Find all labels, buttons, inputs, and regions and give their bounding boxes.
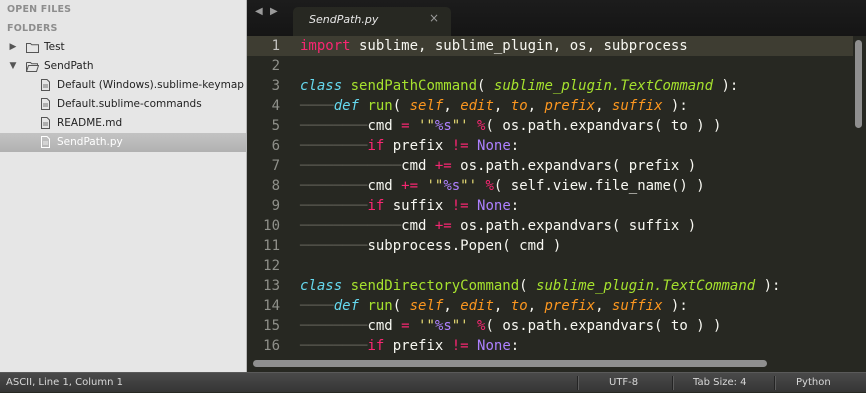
tab-label: SendPath.py <box>309 13 379 26</box>
line-number: 3 <box>271 78 280 94</box>
close-icon[interactable]: × <box>429 11 439 25</box>
code-line[interactable]: 13 class sendDirectoryCommand( sublime_pl… <box>247 276 853 296</box>
code-text: ────────if prefix != None: <box>300 338 520 354</box>
code-line[interactable]: 4 ────def run( self, edit, to, prefix, su… <box>247 96 853 116</box>
line-number: 7 <box>271 158 280 174</box>
folder-label: SendPath <box>44 60 94 72</box>
code-line[interactable]: 5 ────────cmd = '"%s"' %( os.path.expandv… <box>247 116 853 136</box>
disclosure-expanded-icon[interactable]: ▼ <box>8 57 18 76</box>
code-area[interactable]: 1 import sublime, sublime_plugin, os, sub… <box>247 36 853 356</box>
file-icon <box>41 79 50 91</box>
code-line[interactable]: 12 <box>247 256 853 276</box>
code-text: ────────cmd = '"%s"' %( os.path.expandva… <box>300 118 722 134</box>
code-line[interactable]: 15 ────────cmd = '"%s"' %( os.path.expand… <box>247 316 853 336</box>
sidebar: OPEN FILES FOLDERS ▶ Test ▼ SendPath Def… <box>0 0 247 372</box>
code-line[interactable]: 3 class sendPathCommand( sublime_plugin.T… <box>247 76 853 96</box>
line-number: 16 <box>263 338 280 354</box>
caret-right-icon[interactable]: ▶ <box>270 6 278 17</box>
line-number: 8 <box>271 178 280 194</box>
editor-pane: ◀ ▶ SendPath.py × 1 import sublime, subli… <box>247 0 866 372</box>
code-text: ────────cmd += '"%s"' %( self.view.file_… <box>300 178 705 194</box>
line-number: 10 <box>263 218 280 234</box>
line-number: 4 <box>271 98 280 114</box>
file-icon <box>41 98 50 110</box>
tab-sendpath[interactable]: SendPath.py × <box>293 7 451 36</box>
code-text: ────────────cmd += os.path.expandvars( s… <box>300 218 697 234</box>
line-number: 6 <box>271 138 280 154</box>
code-text: ────────subprocess.Popen( cmd ) <box>300 238 562 254</box>
folder-open-icon <box>26 62 39 72</box>
status-divider <box>577 376 579 390</box>
disclosure-collapsed-icon[interactable]: ▶ <box>8 38 18 57</box>
code-text: ────def run( self, edit, to, prefix, suf… <box>300 98 688 114</box>
line-number: 12 <box>263 258 280 274</box>
file-label: SendPath.py <box>57 136 123 148</box>
line-number: 9 <box>271 198 280 214</box>
code-line[interactable]: 10 ────────────cmd += os.path.expandvars(… <box>247 216 853 236</box>
code-text: import sublime, sublime_plugin, os, subp… <box>300 38 688 54</box>
vertical-scrollbar[interactable] <box>855 40 862 128</box>
line-number: 2 <box>271 58 280 74</box>
syntax-selector[interactable]: Python <box>796 373 831 393</box>
file-item[interactable]: README.md <box>0 114 246 133</box>
code-text: ────────────cmd += os.path.expandvars( p… <box>300 158 697 174</box>
file-icon <box>41 117 50 129</box>
status-bar: ASCII, Line 1, Column 1 UTF-8 Tab Size: … <box>0 372 866 392</box>
code-text: ────────cmd = '"%s"' %( os.path.expandva… <box>300 318 722 334</box>
file-label: Default.sublime-commands <box>57 98 202 110</box>
code-text: class sendDirectoryCommand( sublime_plug… <box>300 278 781 294</box>
code-line[interactable]: 9 ────────if suffix != None: <box>247 196 853 216</box>
file-item-selected[interactable]: SendPath.py <box>0 133 246 152</box>
line-number: 13 <box>263 278 280 294</box>
cursor-position: ASCII, Line 1, Column 1 <box>6 377 124 388</box>
code-line[interactable]: 1 import sublime, sublime_plugin, os, sub… <box>247 36 853 56</box>
code-line[interactable]: 7 ────────────cmd += os.path.expandvars( … <box>247 156 853 176</box>
line-number: 5 <box>271 118 280 134</box>
encoding-selector[interactable]: UTF-8 <box>609 373 638 393</box>
code-line[interactable]: 6 ────────if prefix != None: <box>247 136 853 156</box>
code-text: class sendPathCommand( sublime_plugin.Te… <box>300 78 739 94</box>
code-line[interactable]: 16 ────────if prefix != None: <box>247 336 853 356</box>
line-number: 15 <box>263 318 280 334</box>
code-text: ────def run( self, edit, to, prefix, suf… <box>300 298 688 314</box>
code-line[interactable]: 14 ────def run( self, edit, to, prefix, s… <box>247 296 853 316</box>
line-number: 14 <box>263 298 280 314</box>
folder-icon <box>26 43 39 53</box>
code-line[interactable]: 11 ────────subprocess.Popen( cmd ) <box>247 236 853 256</box>
open-files-header: OPEN FILES <box>7 4 72 15</box>
tab-bar: ◀ ▶ SendPath.py × <box>247 0 866 36</box>
folders-header: FOLDERS <box>7 23 58 34</box>
code-text: ────────if prefix != None: <box>300 138 520 154</box>
horizontal-scrollbar[interactable] <box>253 360 767 367</box>
code-line[interactable]: 2 <box>247 56 853 76</box>
caret-left-icon[interactable]: ◀ <box>255 6 263 17</box>
code-text: ────────if suffix != None: <box>300 198 520 214</box>
file-item[interactable]: Default (Windows).sublime-keymap <box>0 76 246 95</box>
folder-test[interactable]: ▶ Test <box>0 38 246 57</box>
file-icon <box>41 136 50 148</box>
status-divider <box>672 376 674 390</box>
file-label: Default (Windows).sublime-keymap <box>57 79 244 91</box>
folder-label: Test <box>44 41 65 53</box>
folder-sendpath[interactable]: ▼ SendPath <box>0 57 246 76</box>
line-number: 11 <box>263 238 280 254</box>
code-line[interactable]: 8 ────────cmd += '"%s"' %( self.view.file… <box>247 176 853 196</box>
status-divider <box>774 376 776 390</box>
tab-size-selector[interactable]: Tab Size: 4 <box>693 373 747 393</box>
file-label: README.md <box>57 117 123 129</box>
file-item[interactable]: Default.sublime-commands <box>0 95 246 114</box>
line-number: 1 <box>271 38 280 54</box>
